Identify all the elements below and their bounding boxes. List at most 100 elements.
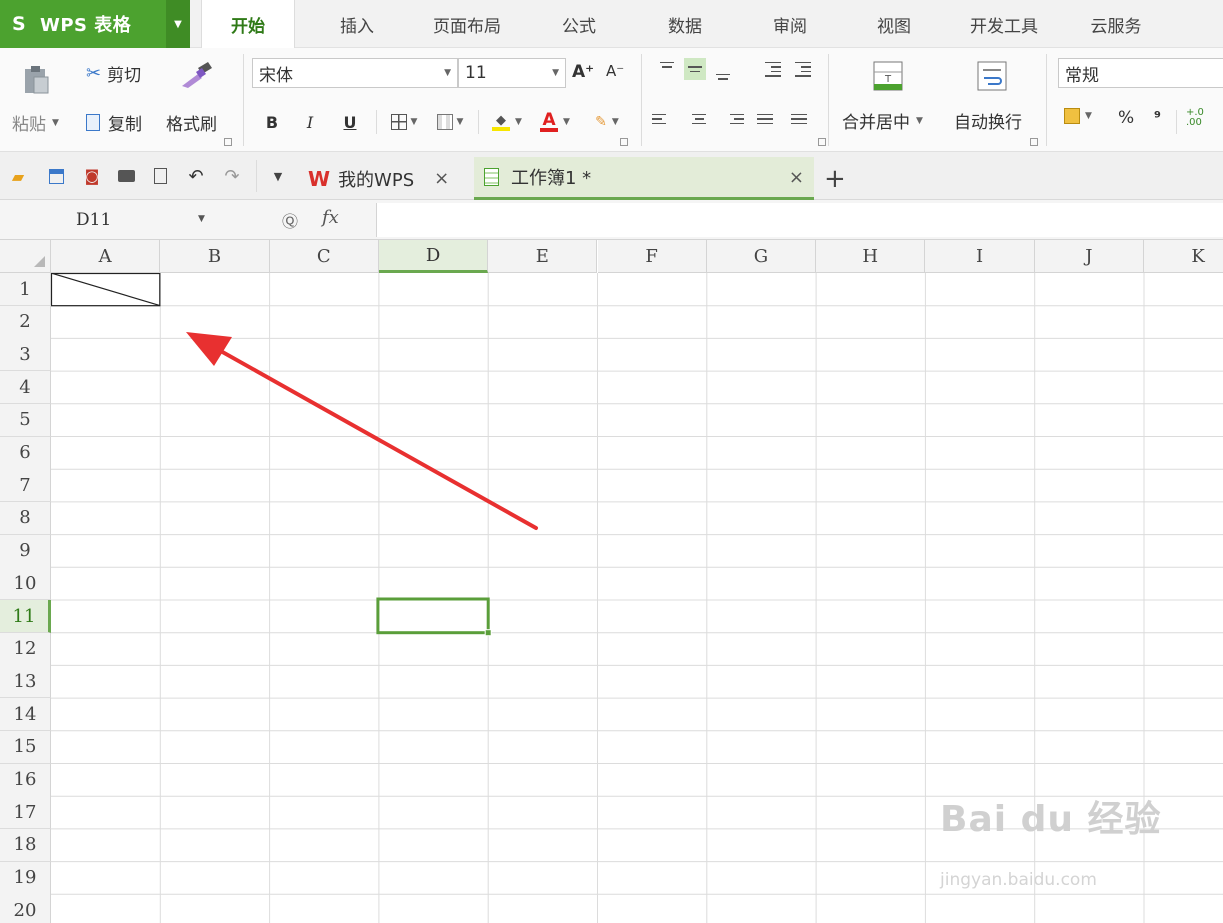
paste-icon[interactable] bbox=[22, 62, 56, 96]
row-header-15[interactable]: 15 bbox=[0, 730, 51, 764]
row-header-16[interactable]: 16 bbox=[0, 763, 51, 797]
selected-cell-d11[interactable] bbox=[376, 597, 490, 635]
comma-button[interactable]: ⁹ bbox=[1154, 108, 1161, 127]
tab-view[interactable]: 视图 bbox=[862, 0, 926, 48]
tab-cloud[interactable]: 云服务 bbox=[1076, 0, 1156, 48]
merge-center-button[interactable]: 合并居中 ▼ bbox=[842, 108, 923, 133]
row-header-1[interactable]: 1 bbox=[0, 273, 51, 306]
copy-button[interactable]: 复制 bbox=[86, 110, 142, 135]
row-header-10[interactable]: 10 bbox=[0, 567, 51, 601]
number-format-select[interactable]: 常规 bbox=[1058, 58, 1223, 88]
save-icon[interactable] bbox=[46, 166, 66, 186]
row-header-4[interactable]: 4 bbox=[0, 371, 51, 405]
close-icon[interactable]: × bbox=[434, 168, 449, 189]
row-header-2[interactable]: 2 bbox=[0, 305, 51, 339]
row-header-20[interactable]: 20 bbox=[0, 894, 51, 923]
column-header-i[interactable]: I bbox=[925, 240, 1035, 273]
distribute-icon[interactable] bbox=[788, 108, 810, 130]
row-header-13[interactable]: 13 bbox=[0, 665, 51, 699]
new-tab-button[interactable]: + bbox=[824, 157, 846, 200]
format-painter-icon[interactable] bbox=[178, 60, 214, 90]
align-right-icon[interactable] bbox=[722, 108, 744, 130]
clipboard-launcher-icon[interactable] bbox=[224, 138, 232, 146]
chevron-down-icon[interactable]: ▼ bbox=[198, 214, 205, 224]
column-header-f[interactable]: F bbox=[597, 240, 707, 273]
app-menu-button[interactable]: S WPS 表格 ▼ bbox=[0, 0, 190, 48]
format-painter-button[interactable]: 格式刷 bbox=[166, 110, 217, 135]
tab-insert[interactable]: 插入 bbox=[318, 0, 396, 48]
align-left-icon[interactable] bbox=[652, 108, 674, 130]
close-icon[interactable]: × bbox=[789, 167, 804, 188]
cut-button[interactable]: ✂ 剪切 bbox=[86, 61, 141, 86]
tab-developer[interactable]: 开发工具 bbox=[954, 0, 1054, 48]
row-header-17[interactable]: 17 bbox=[0, 796, 51, 830]
italic-button[interactable]: I bbox=[300, 110, 320, 134]
open-folder-icon[interactable]: ▰ bbox=[8, 166, 28, 186]
bold-button[interactable]: B bbox=[262, 110, 282, 134]
customize-dropdown-icon[interactable]: ▼ bbox=[268, 166, 288, 186]
select-all-corner[interactable] bbox=[0, 240, 51, 273]
tab-review[interactable]: 审阅 bbox=[758, 0, 822, 48]
wrap-text-button[interactable]: 自动换行 bbox=[954, 108, 1022, 133]
font-size-select[interactable]: 11 ▼ bbox=[458, 58, 566, 88]
fill-color-button[interactable]: ◆ ▼ bbox=[486, 110, 528, 134]
column-header-c[interactable]: C bbox=[269, 240, 379, 273]
undo-icon[interactable]: ↶ bbox=[186, 166, 206, 187]
export-pdf-icon[interactable]: ◙ bbox=[82, 166, 102, 186]
row-header-6[interactable]: 6 bbox=[0, 436, 51, 470]
font-color-button[interactable]: A ▼ bbox=[534, 110, 576, 134]
align-bottom-icon[interactable] bbox=[712, 62, 734, 84]
alignment-launcher-icon[interactable] bbox=[818, 138, 826, 146]
align-center-icon[interactable] bbox=[688, 108, 710, 130]
column-header-e[interactable]: E bbox=[488, 240, 598, 273]
merge-center-icon[interactable]: T bbox=[872, 60, 904, 92]
tab-page-layout[interactable]: 页面布局 bbox=[418, 0, 516, 48]
increase-decimal-button[interactable]: +.0 .00 bbox=[1186, 108, 1214, 128]
zoom-formula-icon[interactable]: Ⓠ bbox=[282, 208, 298, 232]
doc-tab-my-wps[interactable]: W 我的WPS × bbox=[300, 157, 470, 200]
justify-icon[interactable] bbox=[754, 108, 776, 130]
row-header-8[interactable]: 8 bbox=[0, 501, 51, 535]
row-header-3[interactable]: 3 bbox=[0, 338, 51, 372]
column-header-d[interactable]: D bbox=[378, 240, 489, 273]
column-header-a[interactable]: A bbox=[51, 240, 161, 273]
decrease-indent-icon[interactable] bbox=[762, 58, 784, 80]
percent-button[interactable]: % bbox=[1118, 108, 1134, 128]
column-header-h[interactable]: H bbox=[816, 240, 926, 273]
row-header-12[interactable]: 12 bbox=[0, 632, 51, 666]
increase-indent-icon[interactable] bbox=[792, 58, 814, 80]
row-header-7[interactable]: 7 bbox=[0, 469, 51, 503]
paste-button[interactable]: 粘贴 ▼ bbox=[12, 110, 59, 135]
align-middle-icon[interactable] bbox=[684, 58, 706, 80]
merge-launcher-icon[interactable] bbox=[1030, 138, 1038, 146]
name-box[interactable]: D11 bbox=[0, 203, 216, 237]
row-header-14[interactable]: 14 bbox=[0, 698, 51, 732]
row-header-18[interactable]: 18 bbox=[0, 828, 51, 862]
print-icon[interactable] bbox=[116, 166, 136, 186]
underline-button[interactable]: U bbox=[340, 110, 360, 134]
align-top-icon[interactable] bbox=[656, 58, 678, 80]
row-header-5[interactable]: 5 bbox=[0, 403, 51, 437]
font-name-select[interactable]: 宋体 ▼ bbox=[252, 58, 458, 88]
row-header-19[interactable]: 19 bbox=[0, 861, 51, 895]
insert-function-icon[interactable]: fx bbox=[322, 207, 339, 228]
tab-formula[interactable]: 公式 bbox=[548, 0, 610, 48]
fill-handle[interactable] bbox=[484, 629, 492, 637]
currency-button[interactable]: ▼ bbox=[1064, 108, 1092, 124]
formula-input[interactable] bbox=[376, 203, 1223, 237]
tab-start[interactable]: 开始 bbox=[201, 0, 295, 49]
font-launcher-icon[interactable] bbox=[620, 138, 628, 146]
column-header-j[interactable]: J bbox=[1034, 240, 1144, 273]
wrap-text-icon[interactable] bbox=[976, 60, 1008, 92]
column-header-k[interactable]: K bbox=[1144, 240, 1223, 273]
app-dropdown-icon[interactable]: ▼ bbox=[166, 0, 190, 48]
column-header-b[interactable]: B bbox=[160, 240, 270, 273]
clear-format-button[interactable]: ✎ ▼ bbox=[586, 110, 628, 134]
print-preview-icon[interactable] bbox=[150, 166, 170, 186]
row-header-9[interactable]: 9 bbox=[0, 534, 51, 568]
column-header-g[interactable]: G bbox=[706, 240, 817, 273]
doc-tab-workbook[interactable]: 工作簿1 * × bbox=[474, 157, 814, 200]
cell-style-button[interactable]: ▼ bbox=[430, 110, 470, 134]
grow-font-button[interactable]: A⁺ bbox=[572, 62, 594, 82]
redo-icon[interactable]: ↷ bbox=[222, 166, 242, 187]
